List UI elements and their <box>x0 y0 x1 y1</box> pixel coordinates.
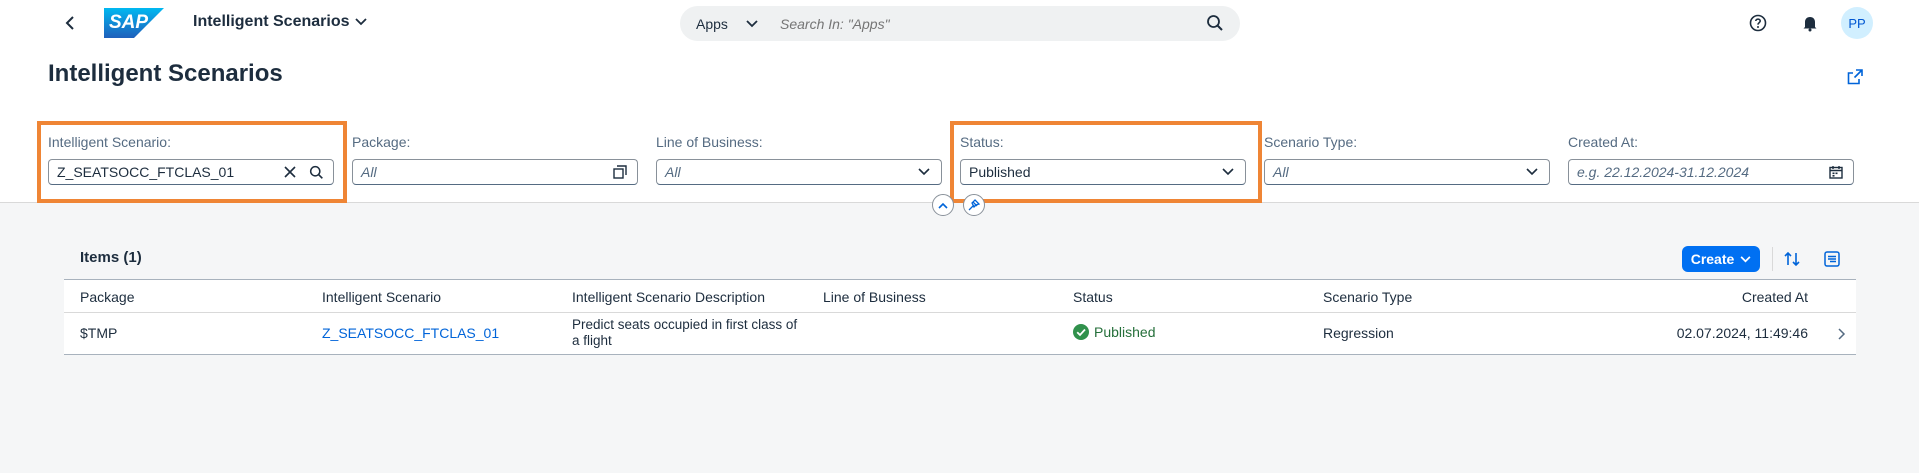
filter-label: Scenario Type: <box>1264 134 1358 150</box>
search-scope-select[interactable]: Apps <box>680 16 768 32</box>
sort-icon[interactable] <box>1782 249 1802 269</box>
share-icon[interactable] <box>1846 68 1866 88</box>
app-title-menu[interactable]: Intelligent Scenarios <box>193 13 368 31</box>
status-text: Published <box>1094 324 1156 340</box>
cell-status: Published <box>1073 324 1156 340</box>
chevron-down-icon <box>746 19 758 27</box>
column-header-status[interactable]: Status <box>1073 289 1113 305</box>
value-help-icon[interactable] <box>611 163 629 181</box>
chevron-up-icon <box>938 202 948 209</box>
create-button[interactable]: Create <box>1682 246 1760 272</box>
column-header-created-at[interactable]: Created At <box>1742 289 1808 305</box>
cell-created-at: 02.07.2024, 11:49:46 <box>1676 325 1808 341</box>
pin-icon <box>968 199 980 211</box>
app-title: Intelligent Scenarios <box>193 13 350 30</box>
filter-package: Package: All <box>352 134 638 185</box>
filter-label: Line of Business: <box>656 134 763 150</box>
create-label: Create <box>1690 251 1735 267</box>
chevron-down-icon <box>355 18 368 26</box>
search-input[interactable] <box>768 15 1168 32</box>
chevron-down-icon[interactable] <box>1523 163 1541 181</box>
filter-line-of-business: Line of Business: All <box>656 134 942 185</box>
field-placeholder: All <box>1273 164 1289 180</box>
chevron-down-icon <box>1740 255 1751 262</box>
field-placeholder: e.g. 22.12.2024-31.12.2024 <box>1577 164 1750 180</box>
cell-scenario-link[interactable]: Z_SEATSOCC_FTCLAS_01 <box>322 325 499 341</box>
cell-package: $TMP <box>80 325 118 341</box>
sap-logo[interactable]: SAP <box>104 8 164 38</box>
created-at-date-range[interactable]: e.g. 22.12.2024-31.12.2024 <box>1568 159 1854 185</box>
search-bar: Apps <box>680 6 1240 41</box>
page-title: Intelligent Scenarios <box>48 60 283 87</box>
filter-label: Created At: <box>1568 134 1639 150</box>
items-table-card: Items (1) Create Package Intelligent Sce… <box>64 236 1856 355</box>
avatar[interactable]: PP <box>1841 7 1873 39</box>
check-circle-icon <box>1073 324 1089 340</box>
back-button[interactable] <box>60 13 80 33</box>
collapse-header-button[interactable] <box>932 194 954 216</box>
settings-icon[interactable] <box>1822 249 1842 269</box>
column-header-description[interactable]: Intelligent Scenario Description <box>572 289 765 305</box>
column-header-line-of-business[interactable]: Line of Business <box>823 289 926 305</box>
column-header-intelligent-scenario[interactable]: Intelligent Scenario <box>322 289 441 305</box>
field-placeholder: All <box>665 164 681 180</box>
table-row[interactable]: $TMP Z_SEATSOCC_FTCLAS_01 Predict seats … <box>64 313 1856 355</box>
scenario-type-select[interactable]: All <box>1264 159 1550 185</box>
filter-created-at: Created At: e.g. 22.12.2024-31.12.2024 <box>1568 134 1854 185</box>
shell-bar: SAP Intelligent Scenarios Apps PP <box>0 0 1919 46</box>
column-header-scenario-type[interactable]: Scenario Type <box>1323 289 1412 305</box>
filter-scenario-type: Scenario Type: All <box>1264 134 1550 185</box>
column-header-package[interactable]: Package <box>80 289 134 305</box>
description-line: Predict seats occupied in first class of <box>572 317 798 332</box>
description-line: a flight <box>572 333 612 348</box>
field-placeholder: All <box>361 164 377 180</box>
help-icon[interactable] <box>1747 12 1769 34</box>
toolbar-separator <box>1772 247 1773 271</box>
calendar-icon[interactable] <box>1827 163 1845 181</box>
package-input[interactable]: All <box>352 159 638 185</box>
highlight-box <box>950 121 1262 203</box>
chevron-left-icon <box>65 16 74 30</box>
avatar-initials: PP <box>1848 15 1866 31</box>
search-icon[interactable] <box>1206 14 1226 34</box>
table-header: Package Intelligent Scenario Intelligent… <box>64 279 1856 313</box>
pin-header-button[interactable] <box>963 194 985 216</box>
search-scope-label: Apps <box>696 15 728 32</box>
cell-description: Predict seats occupied in first class of… <box>572 317 812 349</box>
line-of-business-select[interactable]: All <box>656 159 942 185</box>
chevron-down-icon[interactable] <box>915 163 933 181</box>
cell-scenario-type: Regression <box>1323 325 1394 341</box>
table-title: Items (1) <box>80 249 142 266</box>
logo-text: SAP <box>109 12 149 33</box>
chevron-right-icon <box>1838 328 1846 340</box>
bell-icon[interactable] <box>1799 12 1821 34</box>
filter-label: Package: <box>352 134 411 150</box>
highlight-box <box>37 121 347 203</box>
